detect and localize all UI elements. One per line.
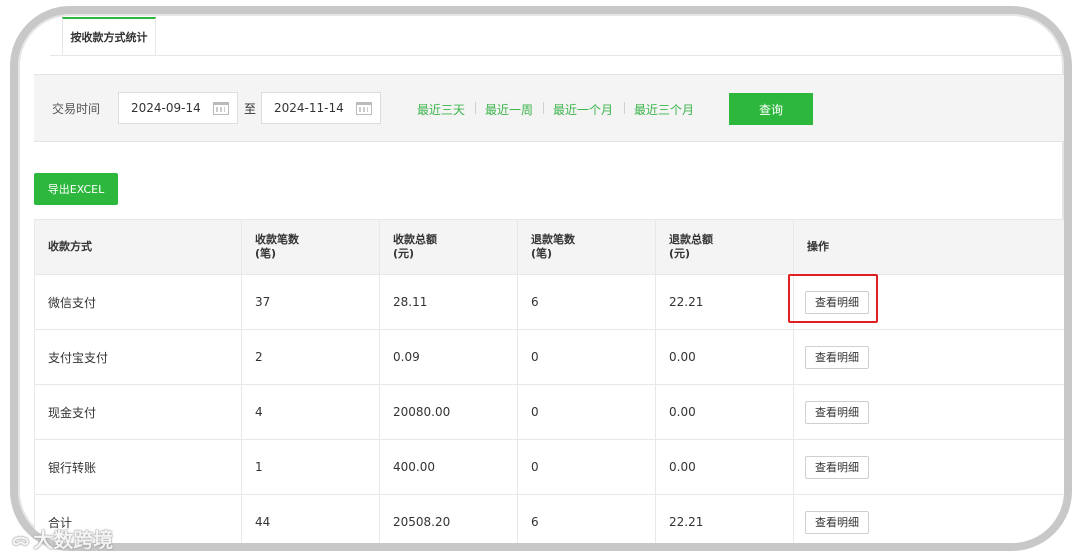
- cell-total: 20508.20: [379, 494, 518, 543]
- header-action: 操作: [793, 219, 1064, 275]
- cell-refund-count: 0: [517, 329, 656, 385]
- cell-action: 查看明细: [793, 439, 1064, 495]
- cell-refund-count: 0: [517, 439, 656, 495]
- calendar-icon[interactable]: [213, 102, 229, 115]
- divider: [624, 102, 625, 114]
- table-row-total: 合计 44 20508.20 6 22.21 查看明细: [34, 494, 1064, 543]
- cell-refund-total: 0.00: [655, 439, 794, 495]
- table-row: 微信支付 37 28.11 6 22.21 查看明细: [34, 274, 1064, 330]
- quick-range-3days[interactable]: 最近三天: [417, 101, 465, 118]
- stats-table: 收款方式 收款笔数 (笔) 收款总额 (元) 退款笔数 (笔) 退款总额 (元) 操作 …: [34, 219, 1064, 543]
- start-date-input[interactable]: 2024-09-14: [118, 92, 238, 124]
- view-details-button[interactable]: 查看明细: [805, 455, 869, 479]
- view-details-button[interactable]: 查看明细: [805, 345, 869, 369]
- cell-total: 28.11: [379, 274, 518, 330]
- cell-count: 2: [241, 329, 380, 385]
- cell-refund-count: 6: [517, 274, 656, 330]
- date-separator: 至: [244, 102, 257, 116]
- cell-refund-total: 0.00: [655, 384, 794, 440]
- header-method: 收款方式: [34, 219, 242, 275]
- screenshot-frame: 按收款方式统计 交易时间 2024-09-14 至 2024-11-14 最近三…: [10, 6, 1072, 551]
- export-excel-button[interactable]: 导出EXCEL: [34, 173, 118, 205]
- end-date-value: 2024-11-14: [274, 101, 344, 115]
- end-date-input[interactable]: 2024-11-14: [261, 92, 381, 124]
- divider: [543, 102, 544, 114]
- watermark: ᯅ 大数跨境: [12, 524, 113, 553]
- cell-refund-total: 0.00: [655, 329, 794, 385]
- cell-count: 37: [241, 274, 380, 330]
- quick-range-3months[interactable]: 最近三个月: [634, 101, 694, 118]
- header-refund-count: 退款笔数 (笔): [517, 219, 656, 275]
- tab-payment-method-stats[interactable]: 按收款方式统计: [62, 17, 156, 55]
- filter-bar: 交易时间 2024-09-14 至 2024-11-14 最近三天 最近一周 最…: [34, 74, 1064, 142]
- table-row: 银行转账 1 400.00 0 0.00 查看明细: [34, 439, 1064, 495]
- cell-count: 1: [241, 439, 380, 495]
- watermark-text: 大数跨境: [33, 528, 114, 552]
- brand-logo-icon: ᯅ: [12, 529, 30, 549]
- header-count: 收款笔数 (笔): [241, 219, 380, 275]
- quick-range-week[interactable]: 最近一周: [485, 101, 533, 118]
- cell-refund-total: 22.21: [655, 494, 794, 543]
- date-range-label: 交易时间: [52, 102, 101, 116]
- cell-action: 查看明细: [793, 384, 1064, 440]
- cell-count: 44: [241, 494, 380, 543]
- cell-action: 查看明细: [793, 494, 1064, 543]
- tab-bar: 按收款方式统计: [50, 17, 1064, 56]
- highlight-box: [788, 274, 878, 323]
- cell-count: 4: [241, 384, 380, 440]
- cell-refund-total: 22.21: [655, 274, 794, 330]
- header-total: 收款总额 (元): [379, 219, 518, 275]
- cell-refund-count: 0: [517, 384, 656, 440]
- cell-total: 20080.00: [379, 384, 518, 440]
- table-row: 现金支付 4 20080.00 0 0.00 查看明细: [34, 384, 1064, 440]
- divider: [475, 102, 476, 114]
- view-details-button[interactable]: 查看明细: [805, 400, 869, 424]
- calendar-icon[interactable]: [356, 102, 372, 115]
- cell-method: 银行转账: [34, 439, 242, 495]
- cell-method: 支付宝支付: [34, 329, 242, 385]
- header-refund-total: 退款总额 (元): [655, 219, 794, 275]
- table-header-row: 收款方式 收款笔数 (笔) 收款总额 (元) 退款笔数 (笔) 退款总额 (元) 操作: [34, 219, 1064, 275]
- quick-range-month[interactable]: 最近一个月: [553, 101, 613, 118]
- cell-method: 微信支付: [34, 274, 242, 330]
- start-date-value: 2024-09-14: [131, 101, 201, 115]
- cell-refund-count: 6: [517, 494, 656, 543]
- cell-action: 查看明细: [793, 329, 1064, 385]
- table-row: 支付宝支付 2 0.09 0 0.00 查看明细: [34, 329, 1064, 385]
- query-button[interactable]: 查询: [729, 93, 813, 125]
- cell-total: 0.09: [379, 329, 518, 385]
- cell-total: 400.00: [379, 439, 518, 495]
- view-details-button[interactable]: 查看明细: [805, 510, 869, 534]
- cell-method: 现金支付: [34, 384, 242, 440]
